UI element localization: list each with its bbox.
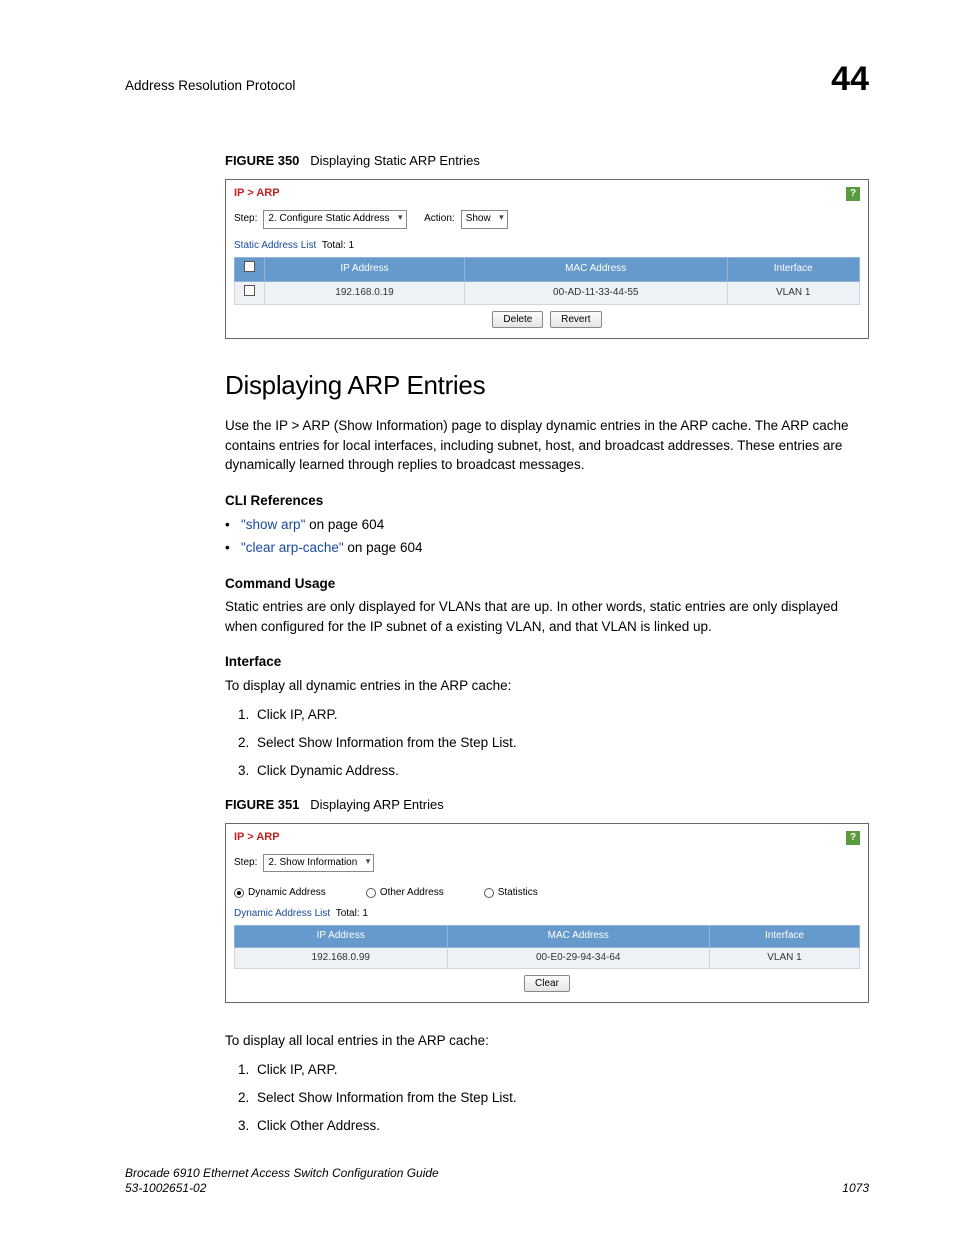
radio-icon [366, 888, 376, 898]
radio-other[interactable]: Other Address [366, 886, 444, 901]
static-arp-table: IP Address MAC Address Interface 192.168… [234, 257, 860, 305]
clear-arp-link[interactable]: "clear arp-cache" [241, 540, 344, 555]
page-number: 1073 [842, 1180, 869, 1197]
step-label: Step: [234, 856, 257, 871]
step-item: Click Dynamic Address. [253, 761, 869, 781]
clear-arp-page: on page 604 [344, 540, 423, 555]
delete-button[interactable]: Delete [492, 311, 543, 328]
step-dropdown[interactable]: 2. Configure Static Address [263, 210, 406, 229]
cell-ip: 192.168.0.19 [265, 281, 465, 305]
running-header: Address Resolution Protocol [125, 76, 295, 96]
screenshot-350: IP > ARP ? Step: 2. Configure Static Add… [225, 179, 869, 338]
breadcrumb: IP > ARP [234, 830, 280, 846]
dynamic-arp-table: IP Address MAC Address Interface 192.168… [234, 925, 860, 969]
col-iface: Interface [710, 926, 860, 948]
step-label: Step: [234, 212, 257, 227]
dynamic-list-title: Dynamic Address List [234, 908, 330, 919]
section-heading: Displaying ARP Entries [225, 367, 869, 405]
col-iface: Interface [727, 258, 860, 282]
radio-label: Dynamic Address [248, 887, 326, 898]
help-icon[interactable]: ? [846, 831, 860, 845]
radio-dynamic[interactable]: Dynamic Address [234, 886, 326, 901]
figure-351-title: Displaying ARP Entries [310, 797, 443, 812]
step-item: Select Show Information from the Step Li… [253, 733, 869, 753]
cell-mac: 00-E0-29-94-34-64 [447, 947, 710, 969]
interface-intro: To display all dynamic entries in the AR… [225, 676, 869, 696]
table-row: 192.168.0.99 00-E0-29-94-34-64 VLAN 1 [235, 947, 860, 969]
show-arp-link[interactable]: "show arp" [241, 517, 305, 532]
screenshot-351: IP > ARP ? Step: 2. Show Information Dyn… [225, 823, 869, 1003]
help-icon[interactable]: ? [846, 187, 860, 201]
footer-doc-number: 53-1002651-02 [125, 1181, 439, 1197]
row-checkbox[interactable] [244, 285, 255, 296]
cli-ref-item: "show arp" on page 604 [241, 515, 869, 535]
radio-label: Other Address [380, 887, 444, 898]
total-label: Total: [322, 240, 346, 251]
radio-label: Statistics [498, 887, 538, 898]
figure-350-caption: FIGURE 350 Displaying Static ARP Entries [225, 152, 869, 171]
cli-references-heading: CLI References [225, 491, 869, 511]
radio-icon [484, 888, 494, 898]
cli-ref-item: "clear arp-cache" on page 604 [241, 538, 869, 558]
cell-iface: VLAN 1 [710, 947, 860, 969]
step-item: Click IP, ARP. [253, 1060, 869, 1080]
checkbox-icon[interactable] [244, 261, 255, 272]
cell-iface: VLAN 1 [727, 281, 860, 305]
footer-guide-title: Brocade 6910 Ethernet Access Switch Conf… [125, 1166, 439, 1182]
step-item: Click IP, ARP. [253, 705, 869, 725]
col-mac: MAC Address [465, 258, 728, 282]
show-arp-page: on page 604 [305, 517, 384, 532]
clear-button[interactable]: Clear [524, 975, 570, 992]
total-label: Total: [336, 908, 360, 919]
interface-heading: Interface [225, 652, 869, 672]
breadcrumb: IP > ARP [234, 186, 280, 202]
chapter-number: 44 [831, 55, 869, 104]
total-value: 1 [362, 908, 368, 919]
step-item: Click Other Address. [253, 1116, 869, 1136]
command-usage-body: Static entries are only displayed for VL… [225, 597, 869, 636]
radio-statistics[interactable]: Statistics [484, 886, 538, 901]
figure-350-label: FIGURE 350 [225, 153, 299, 168]
col-ip: IP Address [235, 926, 448, 948]
total-value: 1 [349, 240, 355, 251]
intro-paragraph: Use the IP > ARP (Show Information) page… [225, 416, 869, 475]
static-list-title: Static Address List [234, 240, 316, 251]
cell-ip: 192.168.0.99 [235, 947, 448, 969]
revert-button[interactable]: Revert [550, 311, 601, 328]
step-item: Select Show Information from the Step Li… [253, 1088, 869, 1108]
col-mac: MAC Address [447, 926, 710, 948]
col-ip: IP Address [265, 258, 465, 282]
figure-351-label: FIGURE 351 [225, 797, 299, 812]
figure-351-caption: FIGURE 351 Displaying ARP Entries [225, 796, 869, 815]
action-dropdown[interactable]: Show [461, 210, 508, 229]
command-usage-heading: Command Usage [225, 574, 869, 594]
table-row: 192.168.0.19 00-AD-11-33-44-55 VLAN 1 [235, 281, 860, 305]
action-label: Action: [424, 212, 455, 227]
radio-icon [234, 888, 244, 898]
cell-mac: 00-AD-11-33-44-55 [465, 281, 728, 305]
step-dropdown[interactable]: 2. Show Information [263, 854, 374, 873]
local-entries-intro: To display all local entries in the ARP … [225, 1031, 869, 1051]
select-all-header[interactable] [235, 258, 265, 282]
figure-350-title: Displaying Static ARP Entries [310, 153, 480, 168]
